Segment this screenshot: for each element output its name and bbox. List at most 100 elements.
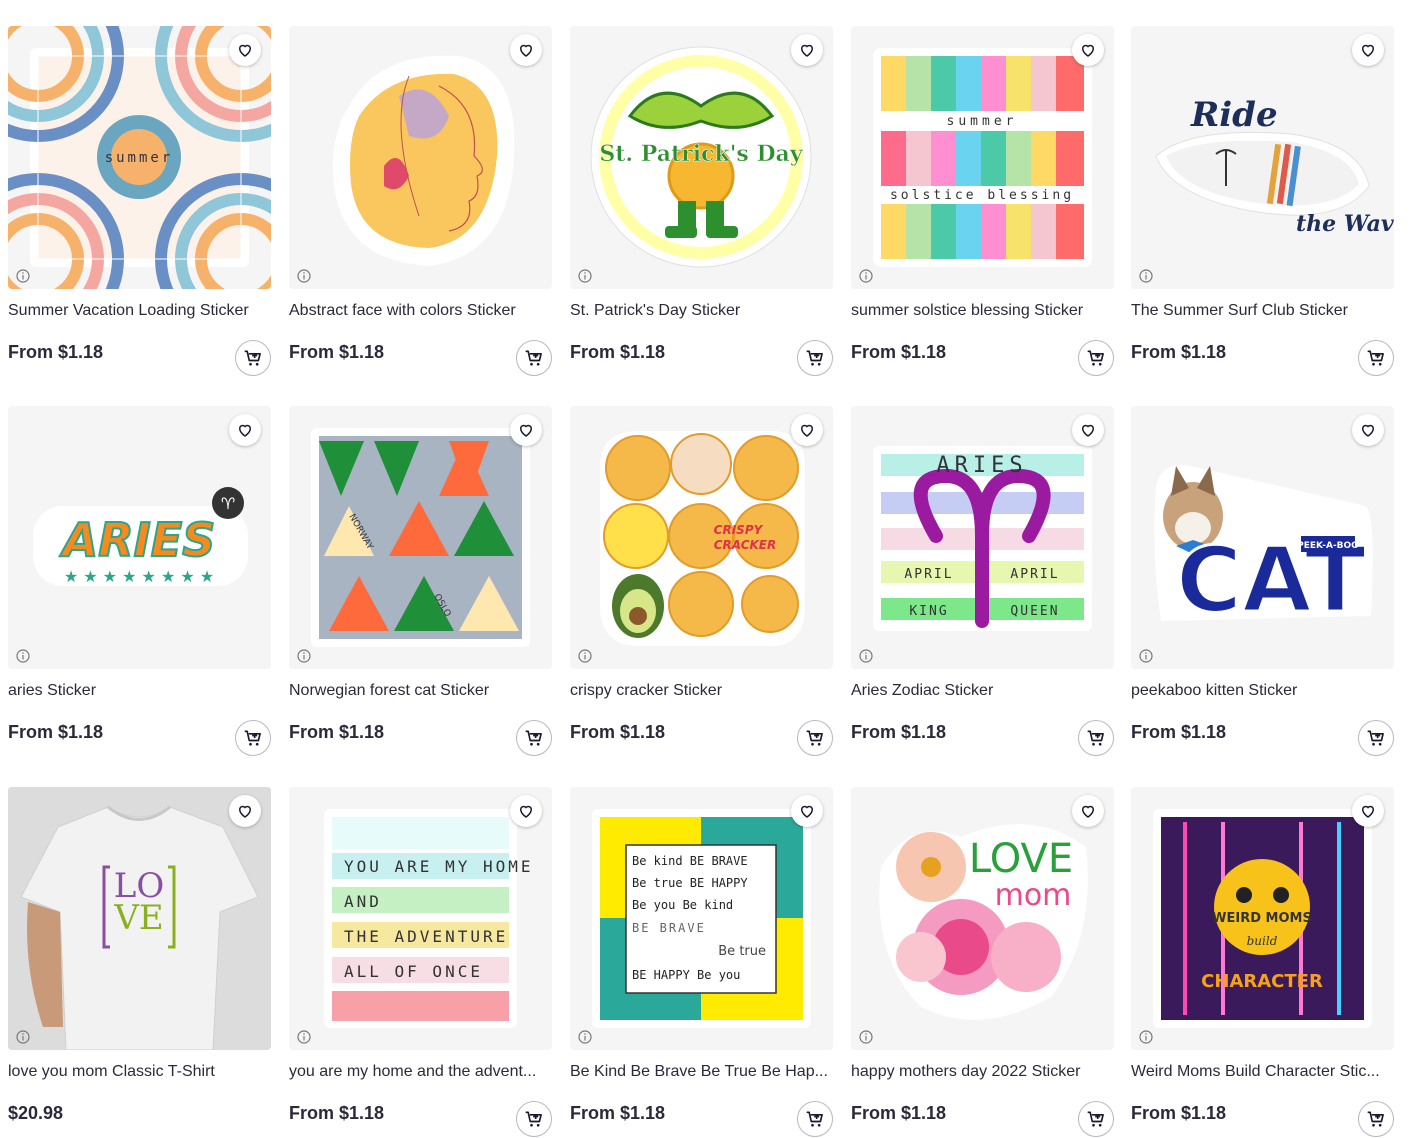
- line-6: BE HAPPY Be you: [632, 968, 740, 982]
- product-image[interactable]: LO VE: [8, 787, 271, 1050]
- cart-add-icon: [1367, 350, 1384, 366]
- add-to-cart-button[interactable]: [235, 340, 271, 376]
- heart-icon: [1081, 805, 1095, 818]
- favorite-button[interactable]: [510, 34, 542, 66]
- product-title[interactable]: Norwegian forest cat Sticker: [289, 681, 552, 701]
- cart-add-icon: [244, 730, 261, 746]
- info-icon[interactable]: [16, 1030, 30, 1044]
- product-title[interactable]: Aries Zodiac Sticker: [851, 681, 1114, 701]
- info-icon[interactable]: [578, 1030, 592, 1044]
- add-to-cart-button[interactable]: [1078, 1101, 1114, 1137]
- info-icon[interactable]: [16, 269, 30, 283]
- add-to-cart-button[interactable]: [797, 1101, 833, 1137]
- add-to-cart-button[interactable]: [1078, 720, 1114, 756]
- favorite-button[interactable]: [1072, 34, 1104, 66]
- product-image[interactable]: St. Patrick's Day: [570, 26, 833, 289]
- info-icon[interactable]: [859, 649, 873, 663]
- favorite-button[interactable]: [1072, 414, 1104, 446]
- product-card[interactable]: Abstract face with colors Sticker From $…: [289, 26, 552, 396]
- favorite-button[interactable]: [1352, 414, 1384, 446]
- product-card[interactable]: Ride the Wave The Summer Surf Club Stick…: [1131, 26, 1394, 396]
- favorite-button[interactable]: [1352, 34, 1384, 66]
- product-title[interactable]: St. Patrick's Day Sticker: [570, 301, 833, 321]
- info-icon[interactable]: [578, 269, 592, 283]
- favorite-button[interactable]: [1072, 795, 1104, 827]
- product-image[interactable]: CAT PEEK-A-BOO: [1131, 406, 1394, 669]
- info-icon[interactable]: [1139, 1030, 1153, 1044]
- product-card[interactable]: Be kind BE BRAVE Be true BE HAPPY Be you…: [570, 787, 833, 1138]
- cart-add-icon: [525, 730, 542, 746]
- product-title[interactable]: summer solstice blessing Sticker: [851, 301, 1114, 321]
- sticker-subtext: solstice blessing: [890, 188, 1074, 203]
- product-card[interactable]: ARIES ★ ★ ★ ★ ★ ★ ★ ★ ♈ aries Sticker Fr…: [8, 406, 271, 776]
- product-card[interactable]: ARIES APRIL APRIL KING QUEEN Aries Zodia…: [851, 406, 1114, 776]
- product-title[interactable]: aries Sticker: [8, 681, 271, 701]
- product-card[interactable]: WEIRD MOMS build CHARACTER Weird Moms Bu…: [1131, 787, 1394, 1138]
- info-icon[interactable]: [859, 1030, 873, 1044]
- product-image[interactable]: summer: [8, 26, 271, 289]
- product-card[interactable]: CAT PEEK-A-BOO peekaboo kitten Sticker F…: [1131, 406, 1394, 776]
- product-image[interactable]: LOVE mom: [851, 787, 1114, 1050]
- add-to-cart-button[interactable]: [516, 340, 552, 376]
- info-icon[interactable]: [1139, 269, 1153, 283]
- info-icon[interactable]: [578, 649, 592, 663]
- product-image[interactable]: ARIES ★ ★ ★ ★ ★ ★ ★ ★ ♈: [8, 406, 271, 669]
- product-title[interactable]: crispy cracker Sticker: [570, 681, 833, 701]
- info-icon[interactable]: [859, 269, 873, 283]
- favorite-button[interactable]: [229, 414, 261, 446]
- product-card[interactable]: YOU ARE MY HOME AND THE ADVENTURE ALL OF…: [289, 787, 552, 1138]
- product-title[interactable]: Be Kind Be Brave Be True Be Hap...: [570, 1062, 833, 1082]
- favorite-button[interactable]: [229, 34, 261, 66]
- product-image[interactable]: [289, 26, 552, 289]
- info-icon[interactable]: [297, 649, 311, 663]
- add-to-cart-button[interactable]: [797, 340, 833, 376]
- product-card[interactable]: NORWAY OSLO Norwegian forest cat Sticker…: [289, 406, 552, 776]
- product-card[interactable]: LO VE love you mom Classic T-Shirt $20.9…: [8, 787, 271, 1138]
- product-image[interactable]: Be kind BE BRAVE Be true BE HAPPY Be you…: [570, 787, 833, 1050]
- product-image[interactable]: ARIES APRIL APRIL KING QUEEN: [851, 406, 1114, 669]
- info-icon[interactable]: [297, 269, 311, 283]
- product-title[interactable]: Weird Moms Build Character Stic...: [1131, 1062, 1394, 1082]
- product-image[interactable]: CRISPY CRACKER: [570, 406, 833, 669]
- product-price: $20.98: [8, 1103, 64, 1123]
- add-to-cart-button[interactable]: [516, 1101, 552, 1137]
- product-card[interactable]: LOVE mom happy mothers day 2022 Sticker …: [851, 787, 1114, 1138]
- add-to-cart-button[interactable]: [1358, 1101, 1394, 1137]
- info-icon[interactable]: [1139, 649, 1153, 663]
- product-card[interactable]: CRISPY CRACKER crispy cracker Sticker Fr…: [570, 406, 833, 776]
- product-image[interactable]: summer solstice blessing: [851, 26, 1114, 289]
- add-to-cart-button[interactable]: [516, 720, 552, 756]
- product-title[interactable]: love you mom Classic T-Shirt: [8, 1062, 271, 1082]
- heart-icon: [1081, 424, 1095, 437]
- product-image[interactable]: Ride the Wave: [1131, 26, 1394, 289]
- favorite-button[interactable]: [510, 414, 542, 446]
- favorite-button[interactable]: [510, 795, 542, 827]
- add-to-cart-button[interactable]: [797, 720, 833, 756]
- product-title[interactable]: peekaboo kitten Sticker: [1131, 681, 1394, 701]
- product-card[interactable]: summer solstice blessing summer solstice…: [851, 26, 1114, 396]
- favorite-button[interactable]: [791, 414, 823, 446]
- product-image[interactable]: WEIRD MOMS build CHARACTER: [1131, 787, 1394, 1050]
- product-image[interactable]: NORWAY OSLO: [289, 406, 552, 669]
- add-to-cart-button[interactable]: [1078, 340, 1114, 376]
- product-title[interactable]: Abstract face with colors Sticker: [289, 301, 552, 321]
- favorite-button[interactable]: [229, 795, 261, 827]
- add-to-cart-button[interactable]: [1358, 720, 1394, 756]
- favorite-button[interactable]: [791, 34, 823, 66]
- product-title[interactable]: The Summer Surf Club Sticker: [1131, 301, 1394, 321]
- sticker-subtext: build: [1247, 934, 1278, 948]
- add-to-cart-button[interactable]: [1358, 340, 1394, 376]
- product-price: From $1.18: [289, 722, 385, 742]
- product-title[interactable]: Summer Vacation Loading Sticker: [8, 301, 271, 321]
- product-title[interactable]: happy mothers day 2022 Sticker: [851, 1062, 1114, 1082]
- favorite-button[interactable]: [791, 795, 823, 827]
- product-title[interactable]: you are my home and the advent...: [289, 1062, 552, 1082]
- info-icon[interactable]: [297, 1030, 311, 1044]
- product-card[interactable]: St. Patrick's Day St. Patrick's Day Stic…: [570, 26, 833, 396]
- product-image[interactable]: YOU ARE MY HOME AND THE ADVENTURE ALL OF…: [289, 787, 552, 1050]
- add-to-cart-button[interactable]: [235, 720, 271, 756]
- product-card[interactable]: summer Summer Vacation Loading Sticker F…: [8, 26, 271, 396]
- heart-icon: [238, 424, 252, 437]
- favorite-button[interactable]: [1352, 795, 1384, 827]
- info-icon[interactable]: [16, 649, 30, 663]
